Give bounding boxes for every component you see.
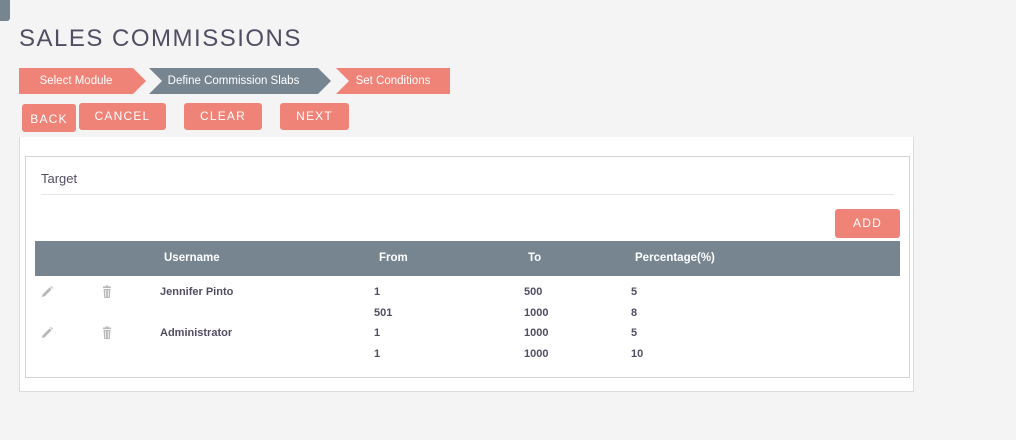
cell-percentage: 5: [631, 327, 638, 339]
cell-to: 1000: [524, 307, 549, 319]
wizard-step-select-module[interactable]: Select Module: [19, 68, 146, 94]
wizard-step-label: Set Conditions: [355, 75, 431, 87]
column-header-to[interactable]: To: [528, 252, 541, 264]
cell-username: Administrator: [160, 327, 233, 339]
step-arrow: [133, 68, 146, 94]
page-title: SALES COMMISSIONS: [19, 25, 302, 52]
cell-from: 501: [374, 307, 393, 319]
step-notch: [336, 68, 349, 94]
divider: [41, 194, 894, 195]
back-button[interactable]: BACK: [22, 104, 76, 132]
corner-tab: [0, 0, 10, 21]
cell-to: 500: [524, 286, 543, 298]
next-button[interactable]: NEXT: [280, 103, 349, 130]
cell-percentage: 5: [631, 286, 638, 298]
wizard-step-label: Define Commission Slabs: [167, 75, 300, 87]
table-row: 501 1000 8: [35, 307, 900, 327]
trash-icon[interactable]: [100, 326, 114, 340]
cell-to: 1000: [524, 348, 549, 360]
step-notch: [149, 68, 162, 94]
target-title: Target: [41, 171, 78, 186]
cell-to: 1000: [524, 327, 549, 339]
wizard-step-define-commission-slabs[interactable]: Define Commission Slabs: [149, 68, 331, 94]
wizard-step-set-conditions[interactable]: Set Conditions: [336, 68, 450, 94]
cell-percentage: 10: [631, 348, 644, 360]
step-arrow: [318, 68, 331, 94]
table-row: Administrator 1 1000 5: [35, 326, 900, 347]
table-header: Username From To Percentage(%): [35, 241, 900, 276]
cell-from: 1: [374, 348, 381, 360]
commission-panel: Target ADD Username From To Percentage(%…: [19, 137, 914, 392]
column-header-percentage[interactable]: Percentage(%): [635, 252, 715, 264]
trash-icon[interactable]: [100, 285, 114, 299]
clear-button[interactable]: CLEAR: [184, 103, 262, 130]
pencil-icon[interactable]: [40, 285, 54, 299]
cancel-button[interactable]: CANCEL: [79, 103, 166, 130]
column-header-from[interactable]: From: [379, 252, 408, 264]
add-slab-button[interactable]: ADD: [835, 209, 900, 238]
wizard-step-label: Select Module: [39, 75, 113, 87]
column-header-username[interactable]: Username: [164, 252, 220, 264]
cell-from: 1: [374, 286, 381, 298]
pencil-icon[interactable]: [40, 326, 54, 340]
table-row: 1 1000 10: [35, 348, 900, 368]
cell-username: Jennifer Pinto: [160, 286, 234, 298]
table-row: Jennifer Pinto 1 500 5: [35, 285, 900, 306]
cell-percentage: 8: [631, 307, 638, 319]
cell-from: 1: [374, 327, 381, 339]
target-section: Target ADD Username From To Percentage(%…: [25, 156, 910, 378]
